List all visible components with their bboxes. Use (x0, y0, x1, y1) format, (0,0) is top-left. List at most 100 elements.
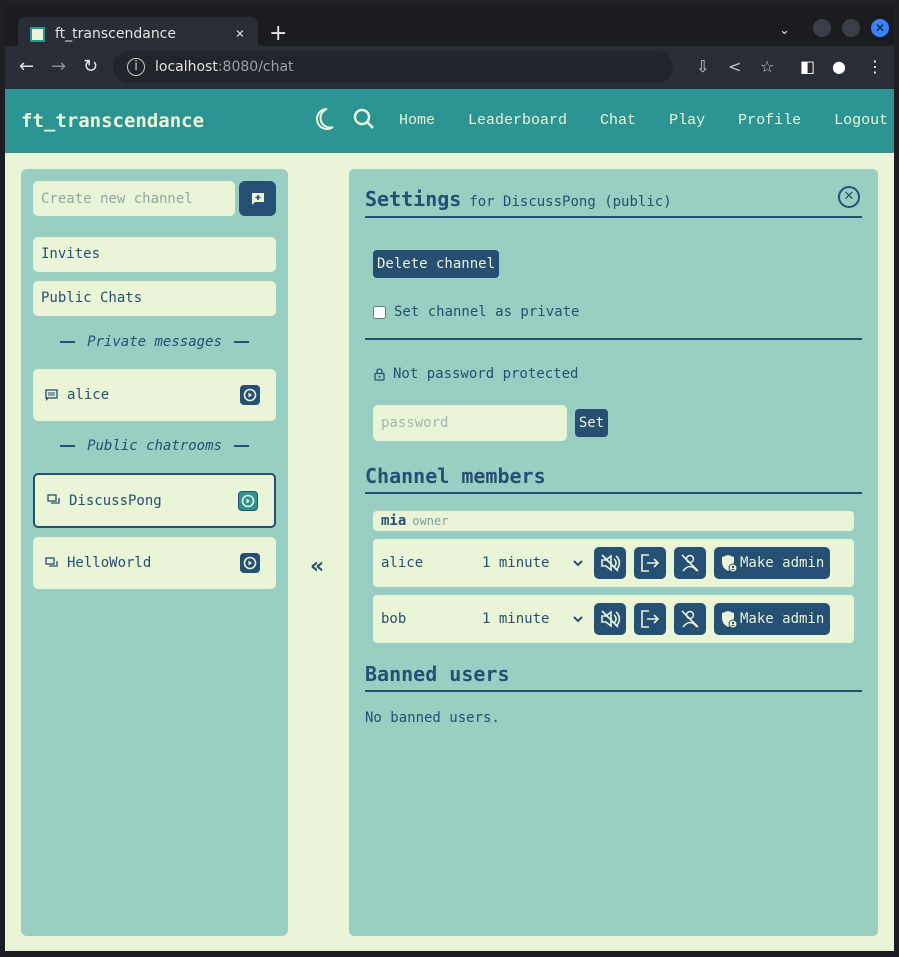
chat-settings-button[interactable] (240, 553, 260, 573)
make-admin-label: Make admin (740, 611, 825, 627)
menu-kebab-icon[interactable]: ⋮ (867, 57, 883, 76)
nav-logout[interactable]: Logout (834, 112, 888, 129)
profile-icon[interactable]: ● (832, 57, 846, 76)
divider (365, 216, 862, 218)
chat-name: alice (67, 387, 110, 403)
sidebar-item-invites[interactable]: Invites (33, 237, 276, 272)
chat-item-helloworld[interactable]: HelloWorld (33, 537, 276, 589)
side-panel-icon[interactable]: ◧ (800, 57, 815, 76)
create-channel-button[interactable] (239, 181, 276, 216)
user-off-icon (681, 554, 699, 572)
window-close-button[interactable]: ✕ (871, 19, 889, 37)
minimize-button[interactable] (813, 19, 831, 37)
bookmark-star-icon[interactable]: ☆ (760, 57, 774, 76)
site-info-icon[interactable]: i (127, 58, 145, 76)
logout-icon (641, 554, 660, 572)
install-app-icon[interactable]: ⇩ (696, 57, 709, 76)
password-status-text: Not password protected (393, 366, 579, 382)
divider (365, 492, 862, 494)
chatrooms-icon (47, 494, 61, 507)
maximize-button[interactable] (842, 19, 860, 37)
tab-close-icon[interactable]: × (230, 26, 250, 42)
add-comment-icon (251, 192, 264, 205)
mute-button[interactable] (594, 603, 626, 635)
chat-sidebar: Invites Public Chats Private messages al… (21, 169, 288, 936)
ban-button[interactable] (674, 603, 706, 635)
kick-button[interactable] (634, 603, 666, 635)
kick-button[interactable] (634, 547, 666, 579)
tab-strip: ft_transcendance × + ⌄ ✕ (5, 5, 894, 51)
chat-settings-button[interactable] (238, 490, 258, 511)
reload-icon[interactable]: ↻ (83, 56, 98, 77)
public-chatrooms-label: Public chatrooms (87, 438, 222, 454)
settings-heading: Settings (365, 187, 462, 211)
share-icon[interactable]: < (728, 57, 741, 76)
address-bar[interactable]: i localhost:8080/chat (113, 51, 673, 83)
close-settings-icon[interactable]: ✕ (838, 186, 860, 208)
mute-duration-select[interactable]: 1 minute (478, 610, 586, 628)
nav-profile[interactable]: Profile (738, 112, 801, 129)
settings-title: Settings for DiscussPong (public) (365, 187, 672, 211)
search-icon[interactable] (353, 107, 375, 135)
ban-button[interactable] (674, 547, 706, 579)
browser-toolbar: ← → ↻ i localhost:8080/chat ⇩ < ☆ ◧ ● ⋮ (5, 46, 894, 89)
member-row-bob: bob 1 minute Make admin (373, 595, 854, 643)
nav-chat[interactable]: Chat (600, 112, 636, 129)
tab-search-chevron-icon[interactable]: ⌄ (779, 23, 790, 38)
password-input[interactable] (373, 405, 567, 441)
password-status: Not password protected (374, 366, 578, 382)
private-checkbox[interactable] (373, 305, 386, 319)
divider-dash (233, 341, 249, 343)
favicon-icon (30, 26, 45, 42)
private-toggle[interactable]: Set channel as private (373, 304, 579, 320)
divider-dash (60, 341, 76, 343)
back-arrow-icon[interactable]: ← (19, 56, 34, 77)
public-chatrooms-heading: Public chatrooms (33, 438, 276, 454)
set-password-button[interactable]: Set (575, 409, 608, 437)
chat-item-discusspong[interactable]: DiscussPong (33, 473, 276, 528)
member-name: mia (381, 513, 407, 529)
settings-subtitle: for DiscussPong (public) (469, 194, 672, 210)
app-header: ft_transcendance Home Leaderboard Chat P… (5, 89, 894, 153)
nav-play[interactable]: Play (669, 112, 705, 129)
chat-settings-button[interactable] (240, 385, 260, 405)
tab-title: ft_transcendance (55, 26, 176, 42)
channel-settings-panel: Settings for DiscussPong (public) ✕ Dele… (349, 169, 878, 936)
forward-arrow-icon[interactable]: → (51, 56, 66, 77)
private-messages-heading: Private messages (33, 334, 276, 350)
url-host: localhost (155, 59, 218, 75)
divider (365, 690, 862, 692)
make-admin-button[interactable]: Make admin (714, 603, 831, 635)
banned-users-empty: No banned users. (365, 710, 500, 726)
message-icon (45, 388, 59, 402)
collapse-sidebar-button[interactable]: « (310, 554, 324, 579)
brand-logo[interactable]: ft_transcendance (21, 110, 204, 132)
member-row-alice: alice 1 minute Make admin (373, 539, 854, 587)
chat-name: HelloWorld (67, 555, 152, 571)
delete-channel-button[interactable]: Delete channel (373, 250, 500, 278)
new-channel-input[interactable] (33, 181, 235, 216)
make-admin-button[interactable]: Make admin (714, 547, 831, 579)
divider (365, 338, 862, 340)
make-admin-label: Make admin (740, 555, 825, 571)
nav-home[interactable]: Home (399, 112, 435, 129)
nav-leaderboard[interactable]: Leaderboard (468, 112, 567, 129)
mute-button[interactable] (594, 547, 626, 579)
mute-duration-select[interactable]: 1 minute (478, 554, 586, 572)
dark-mode-moon-icon[interactable] (313, 107, 335, 135)
url-path: :8080/chat (217, 59, 294, 75)
main-nav: Home Leaderboard Chat Play Profile Logou… (399, 112, 899, 129)
new-tab-button[interactable]: + (269, 21, 287, 46)
chat-name: DiscussPong (69, 492, 162, 509)
settings-icon (241, 494, 255, 507)
volume-off-icon (601, 610, 621, 628)
member-name: alice (381, 555, 424, 571)
sidebar-item-public-chats[interactable]: Public Chats (33, 281, 276, 316)
chat-item-alice[interactable]: alice (33, 369, 276, 421)
settings-icon (243, 556, 257, 570)
settings-icon (243, 388, 257, 402)
member-owner-row: mia owner (373, 511, 854, 531)
browser-chrome: ft_transcendance × + ⌄ ✕ ← → ↻ i localho… (0, 0, 899, 89)
private-messages-label: Private messages (87, 334, 222, 350)
admin-shield-icon (722, 611, 738, 629)
